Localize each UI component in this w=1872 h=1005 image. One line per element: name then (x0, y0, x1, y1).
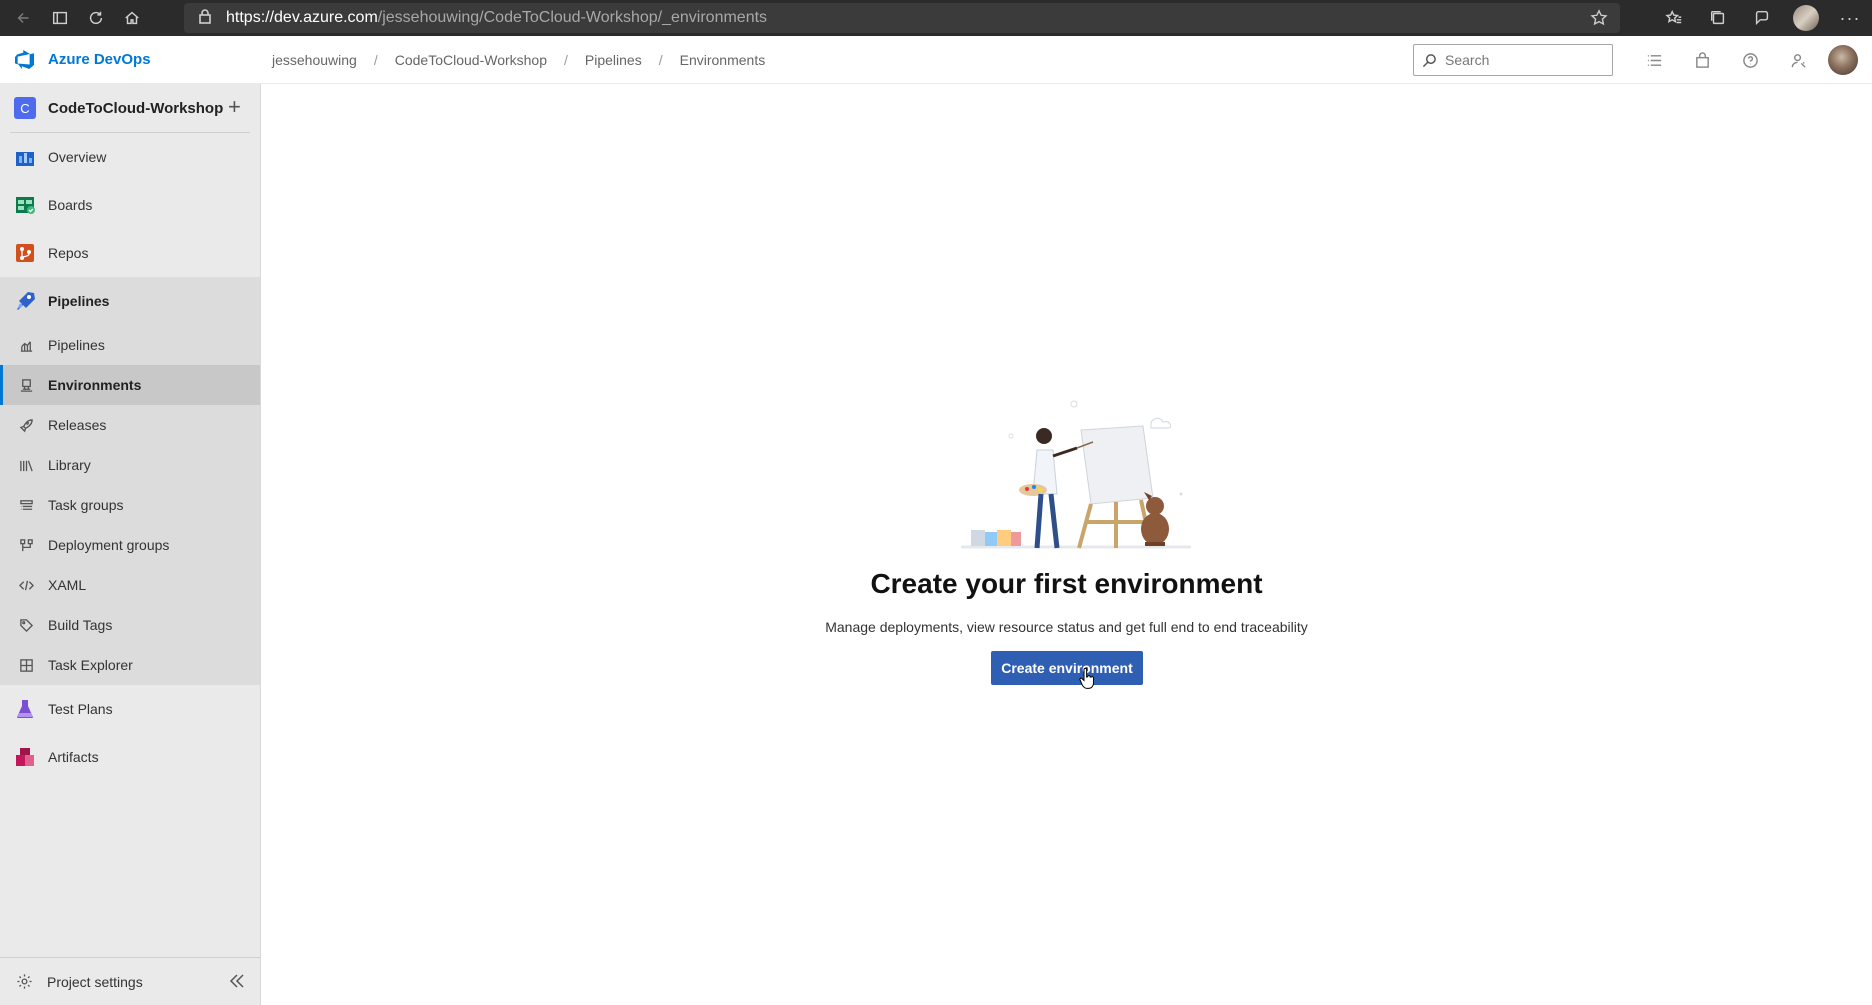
page-title: Create your first environment (870, 568, 1263, 599)
url-text: https://dev.azure.com/jessehouwing/CodeT… (226, 9, 768, 26)
hand-cursor-icon (1079, 668, 1094, 689)
refresh-icon[interactable] (78, 0, 114, 36)
pipelines-icon (14, 290, 36, 312)
sidebar: C CodeToCloud-Workshop + Overview Boards… (0, 84, 261, 1005)
breadcrumb-pipelines[interactable]: Pipelines (585, 52, 642, 68)
sidebar-subitem-xaml[interactable]: XAML (0, 565, 260, 605)
sidebar-subitem-task-groups[interactable]: Task groups (0, 485, 260, 525)
search-placeholder: Search (1445, 52, 1490, 68)
back-icon[interactable] (6, 0, 42, 36)
breadcrumb-project[interactable]: CodeToCloud-Workshop (395, 52, 547, 68)
sidebar-subitem-deployment-groups[interactable]: Deployment groups (0, 525, 260, 565)
avatar[interactable] (1828, 45, 1858, 75)
sidebar-subitem-environments[interactable]: Environments (0, 365, 260, 405)
breadcrumb-environments[interactable]: Environments (680, 52, 766, 68)
overview-icon (14, 146, 36, 168)
brand-label: Azure DevOps (48, 51, 151, 68)
user-settings-icon[interactable] (1774, 36, 1822, 84)
project-header[interactable]: C CodeToCloud-Workshop + (0, 84, 260, 132)
sidebar-item-pipelines[interactable]: Pipelines (0, 277, 260, 325)
environments-icon (18, 377, 34, 393)
releases-rocket-icon (18, 417, 34, 433)
help-icon[interactable] (1726, 36, 1774, 84)
sidebar-subitem-task-explorer[interactable]: Task Explorer (0, 645, 260, 685)
test-plans-icon (14, 698, 36, 720)
repos-icon (14, 242, 36, 264)
code-icon (18, 577, 34, 593)
project-settings[interactable]: Project settings (0, 957, 260, 1005)
sidebar-subitem-library[interactable]: Library (0, 445, 260, 485)
painter-illustration (961, 400, 1191, 549)
more-icon[interactable]: ··· (1828, 0, 1872, 36)
work-items-icon[interactable] (1630, 36, 1678, 84)
sidebar-item-repos[interactable]: Repos (0, 229, 260, 277)
search-icon (1422, 53, 1436, 67)
breadcrumb: jessehouwing / CodeToCloud-Workshop / Pi… (272, 51, 766, 68)
lock-icon (198, 8, 212, 29)
main-content: Create your first environment Manage dep… (261, 84, 1872, 1005)
pipelines-sub-icon (18, 337, 34, 353)
tag-icon (18, 617, 34, 633)
browser-toolbar: https://dev.azure.com/jessehouwing/CodeT… (0, 0, 1872, 36)
marketplace-bag-icon[interactable] (1678, 36, 1726, 84)
sidebar-subitem-build-tags[interactable]: Build Tags (0, 605, 260, 645)
sidebar-subitem-releases[interactable]: Releases (0, 405, 260, 445)
artifacts-icon (14, 746, 36, 768)
boards-icon (14, 194, 36, 216)
task-groups-icon (18, 497, 34, 513)
project-badge: C (14, 97, 36, 119)
search-input[interactable]: Search (1413, 44, 1613, 76)
collapse-sidebar-icon[interactable] (228, 972, 246, 993)
page-description: Manage deployments, view resource status… (825, 619, 1308, 635)
sidebar-item-artifacts[interactable]: Artifacts (0, 733, 260, 781)
sidebar-item-overview[interactable]: Overview (0, 133, 260, 181)
tab-actions-icon[interactable] (42, 0, 78, 36)
sidebar-item-test-plans[interactable]: Test Plans (0, 685, 260, 733)
profile-icon[interactable] (1784, 0, 1828, 36)
top-navigation: Azure DevOps jessehouwing / CodeToCloud-… (0, 36, 1872, 84)
create-environment-button[interactable]: Create environment (991, 651, 1143, 685)
favorites-icon[interactable] (1652, 0, 1696, 36)
grid-icon (18, 657, 34, 673)
library-icon (18, 457, 34, 473)
address-bar[interactable]: https://dev.azure.com/jessehouwing/CodeT… (184, 3, 1620, 33)
project-name: CodeToCloud-Workshop (48, 99, 224, 117)
brand[interactable]: Azure DevOps (0, 49, 260, 71)
pipelines-group: Pipelines Pipelines Environments Release… (0, 277, 260, 685)
deployment-groups-icon (18, 537, 34, 553)
home-icon[interactable] (114, 0, 150, 36)
sidebar-item-boards[interactable]: Boards (0, 181, 260, 229)
project-settings-label: Project settings (47, 973, 143, 990)
sidebar-subitem-pipelines[interactable]: Pipelines (0, 325, 260, 365)
favorite-star-icon[interactable] (1590, 9, 1608, 32)
collections-icon[interactable] (1696, 0, 1740, 36)
feedback-icon[interactable] (1740, 0, 1784, 36)
gear-icon (17, 974, 32, 989)
azure-devops-logo-icon (15, 49, 34, 69)
add-icon[interactable]: + (228, 96, 241, 118)
breadcrumb-org[interactable]: jessehouwing (272, 52, 357, 68)
